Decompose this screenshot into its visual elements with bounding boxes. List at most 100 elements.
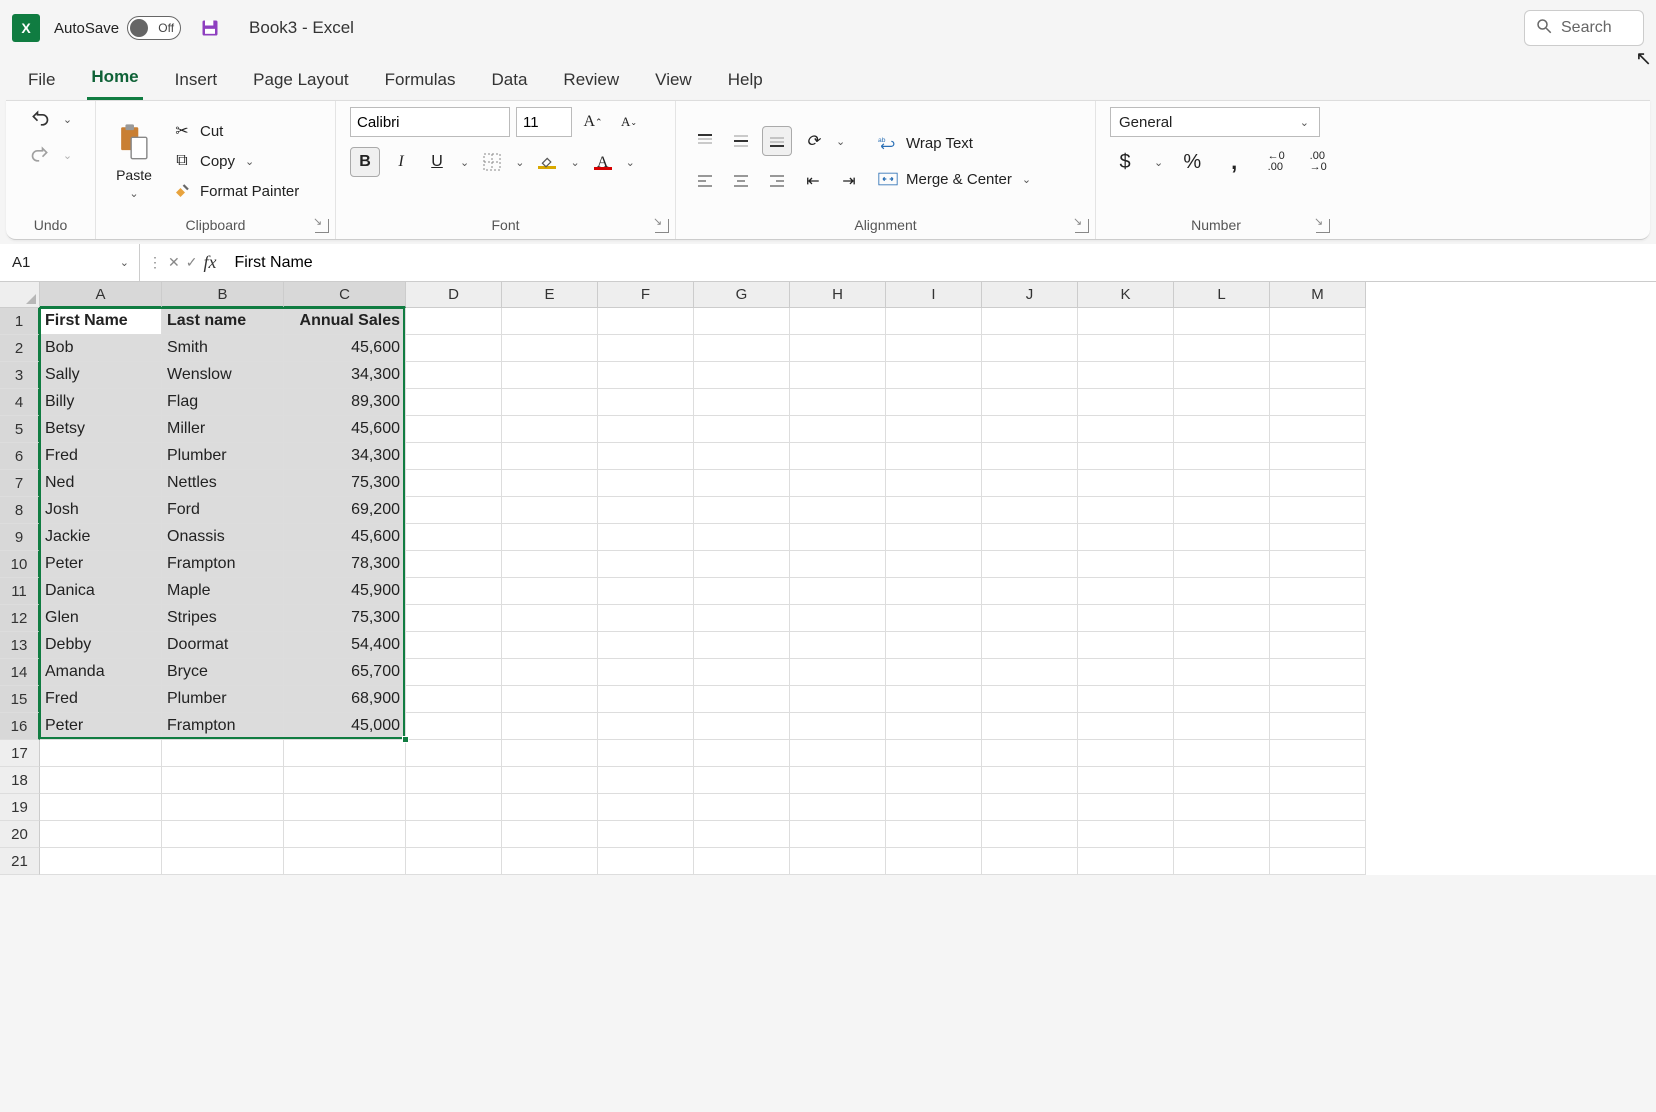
align-bottom-button[interactable]: [762, 126, 792, 156]
cell-F2[interactable]: [598, 335, 694, 362]
cell-K11[interactable]: [1078, 578, 1174, 605]
cell-D18[interactable]: [406, 767, 502, 794]
cell-B6[interactable]: Plumber: [162, 443, 284, 470]
cell-K15[interactable]: [1078, 686, 1174, 713]
cell-B4[interactable]: Flag: [162, 389, 284, 416]
cell-I14[interactable]: [886, 659, 982, 686]
cell-B16[interactable]: Frampton: [162, 713, 284, 740]
cell-H19[interactable]: [790, 794, 886, 821]
cell-D13[interactable]: [406, 632, 502, 659]
cell-I8[interactable]: [886, 497, 982, 524]
col-header-C[interactable]: C: [284, 282, 406, 308]
cell-C19[interactable]: [284, 794, 406, 821]
cell-H16[interactable]: [790, 713, 886, 740]
cell-A21[interactable]: [40, 848, 162, 875]
cell-L8[interactable]: [1174, 497, 1270, 524]
col-header-M[interactable]: M: [1270, 282, 1366, 308]
cell-A19[interactable]: [40, 794, 162, 821]
cell-F8[interactable]: [598, 497, 694, 524]
cell-A17[interactable]: [40, 740, 162, 767]
cell-I3[interactable]: [886, 362, 982, 389]
dialog-launcher-icon[interactable]: [1316, 219, 1330, 233]
cell-K6[interactable]: [1078, 443, 1174, 470]
tab-help[interactable]: Help: [724, 62, 767, 100]
cell-L7[interactable]: [1174, 470, 1270, 497]
tab-review[interactable]: Review: [559, 62, 623, 100]
cell-G19[interactable]: [694, 794, 790, 821]
cell-B8[interactable]: Ford: [162, 497, 284, 524]
cell-I15[interactable]: [886, 686, 982, 713]
cell-F18[interactable]: [598, 767, 694, 794]
name-box[interactable]: A1 ⌄: [0, 244, 140, 281]
cell-G21[interactable]: [694, 848, 790, 875]
cell-M16[interactable]: [1270, 713, 1366, 740]
cell-L2[interactable]: [1174, 335, 1270, 362]
cell-B20[interactable]: [162, 821, 284, 848]
row-header-12[interactable]: 12: [0, 605, 40, 632]
cell-B10[interactable]: Frampton: [162, 551, 284, 578]
redo-button[interactable]: ⌄: [23, 143, 78, 167]
cell-J19[interactable]: [982, 794, 1078, 821]
cell-I5[interactable]: [886, 416, 982, 443]
cell-A11[interactable]: Danica: [40, 578, 162, 605]
cell-H9[interactable]: [790, 524, 886, 551]
cell-J5[interactable]: [982, 416, 1078, 443]
cell-E11[interactable]: [502, 578, 598, 605]
cell-E18[interactable]: [502, 767, 598, 794]
cell-I19[interactable]: [886, 794, 982, 821]
cell-A15[interactable]: Fred: [40, 686, 162, 713]
cell-M5[interactable]: [1270, 416, 1366, 443]
cell-G8[interactable]: [694, 497, 790, 524]
cell-D5[interactable]: [406, 416, 502, 443]
cell-A13[interactable]: Debby: [40, 632, 162, 659]
cell-M19[interactable]: [1270, 794, 1366, 821]
number-format-select[interactable]: General ⌄: [1110, 107, 1320, 137]
cells-area[interactable]: First NameLast nameAnnual SalesBobSmith4…: [40, 308, 1366, 875]
cell-H14[interactable]: [790, 659, 886, 686]
row-header-10[interactable]: 10: [0, 551, 40, 578]
cell-E1[interactable]: [502, 308, 598, 335]
orientation-button[interactable]: ⟳: [798, 126, 828, 156]
cell-J17[interactable]: [982, 740, 1078, 767]
cell-I20[interactable]: [886, 821, 982, 848]
cell-H18[interactable]: [790, 767, 886, 794]
cell-G2[interactable]: [694, 335, 790, 362]
cell-G20[interactable]: [694, 821, 790, 848]
cell-K12[interactable]: [1078, 605, 1174, 632]
cell-J8[interactable]: [982, 497, 1078, 524]
cell-K5[interactable]: [1078, 416, 1174, 443]
cell-I21[interactable]: [886, 848, 982, 875]
cell-L11[interactable]: [1174, 578, 1270, 605]
increase-font-button[interactable]: A⌃: [578, 107, 608, 137]
row-header-17[interactable]: 17: [0, 740, 40, 767]
save-button[interactable]: [195, 13, 225, 43]
cell-K10[interactable]: [1078, 551, 1174, 578]
align-center-button[interactable]: [726, 166, 756, 196]
cell-A7[interactable]: Ned: [40, 470, 162, 497]
cell-D20[interactable]: [406, 821, 502, 848]
col-header-E[interactable]: E: [502, 282, 598, 308]
cell-H2[interactable]: [790, 335, 886, 362]
cell-C4[interactable]: 89,300: [284, 389, 406, 416]
cell-E4[interactable]: [502, 389, 598, 416]
cell-I10[interactable]: [886, 551, 982, 578]
cell-M1[interactable]: [1270, 308, 1366, 335]
cell-M13[interactable]: [1270, 632, 1366, 659]
tab-view[interactable]: View: [651, 62, 696, 100]
cell-J18[interactable]: [982, 767, 1078, 794]
cell-I12[interactable]: [886, 605, 982, 632]
col-header-L[interactable]: L: [1174, 282, 1270, 308]
row-header-21[interactable]: 21: [0, 848, 40, 875]
cell-L1[interactable]: [1174, 308, 1270, 335]
cell-J7[interactable]: [982, 470, 1078, 497]
cut-button[interactable]: ✂ Cut: [168, 119, 303, 143]
cell-M10[interactable]: [1270, 551, 1366, 578]
cell-K1[interactable]: [1078, 308, 1174, 335]
copy-button[interactable]: ⧉ Copy ⌄: [168, 149, 303, 173]
cell-D12[interactable]: [406, 605, 502, 632]
cell-G4[interactable]: [694, 389, 790, 416]
cell-H3[interactable]: [790, 362, 886, 389]
row-header-3[interactable]: 3: [0, 362, 40, 389]
cell-K19[interactable]: [1078, 794, 1174, 821]
cell-E8[interactable]: [502, 497, 598, 524]
